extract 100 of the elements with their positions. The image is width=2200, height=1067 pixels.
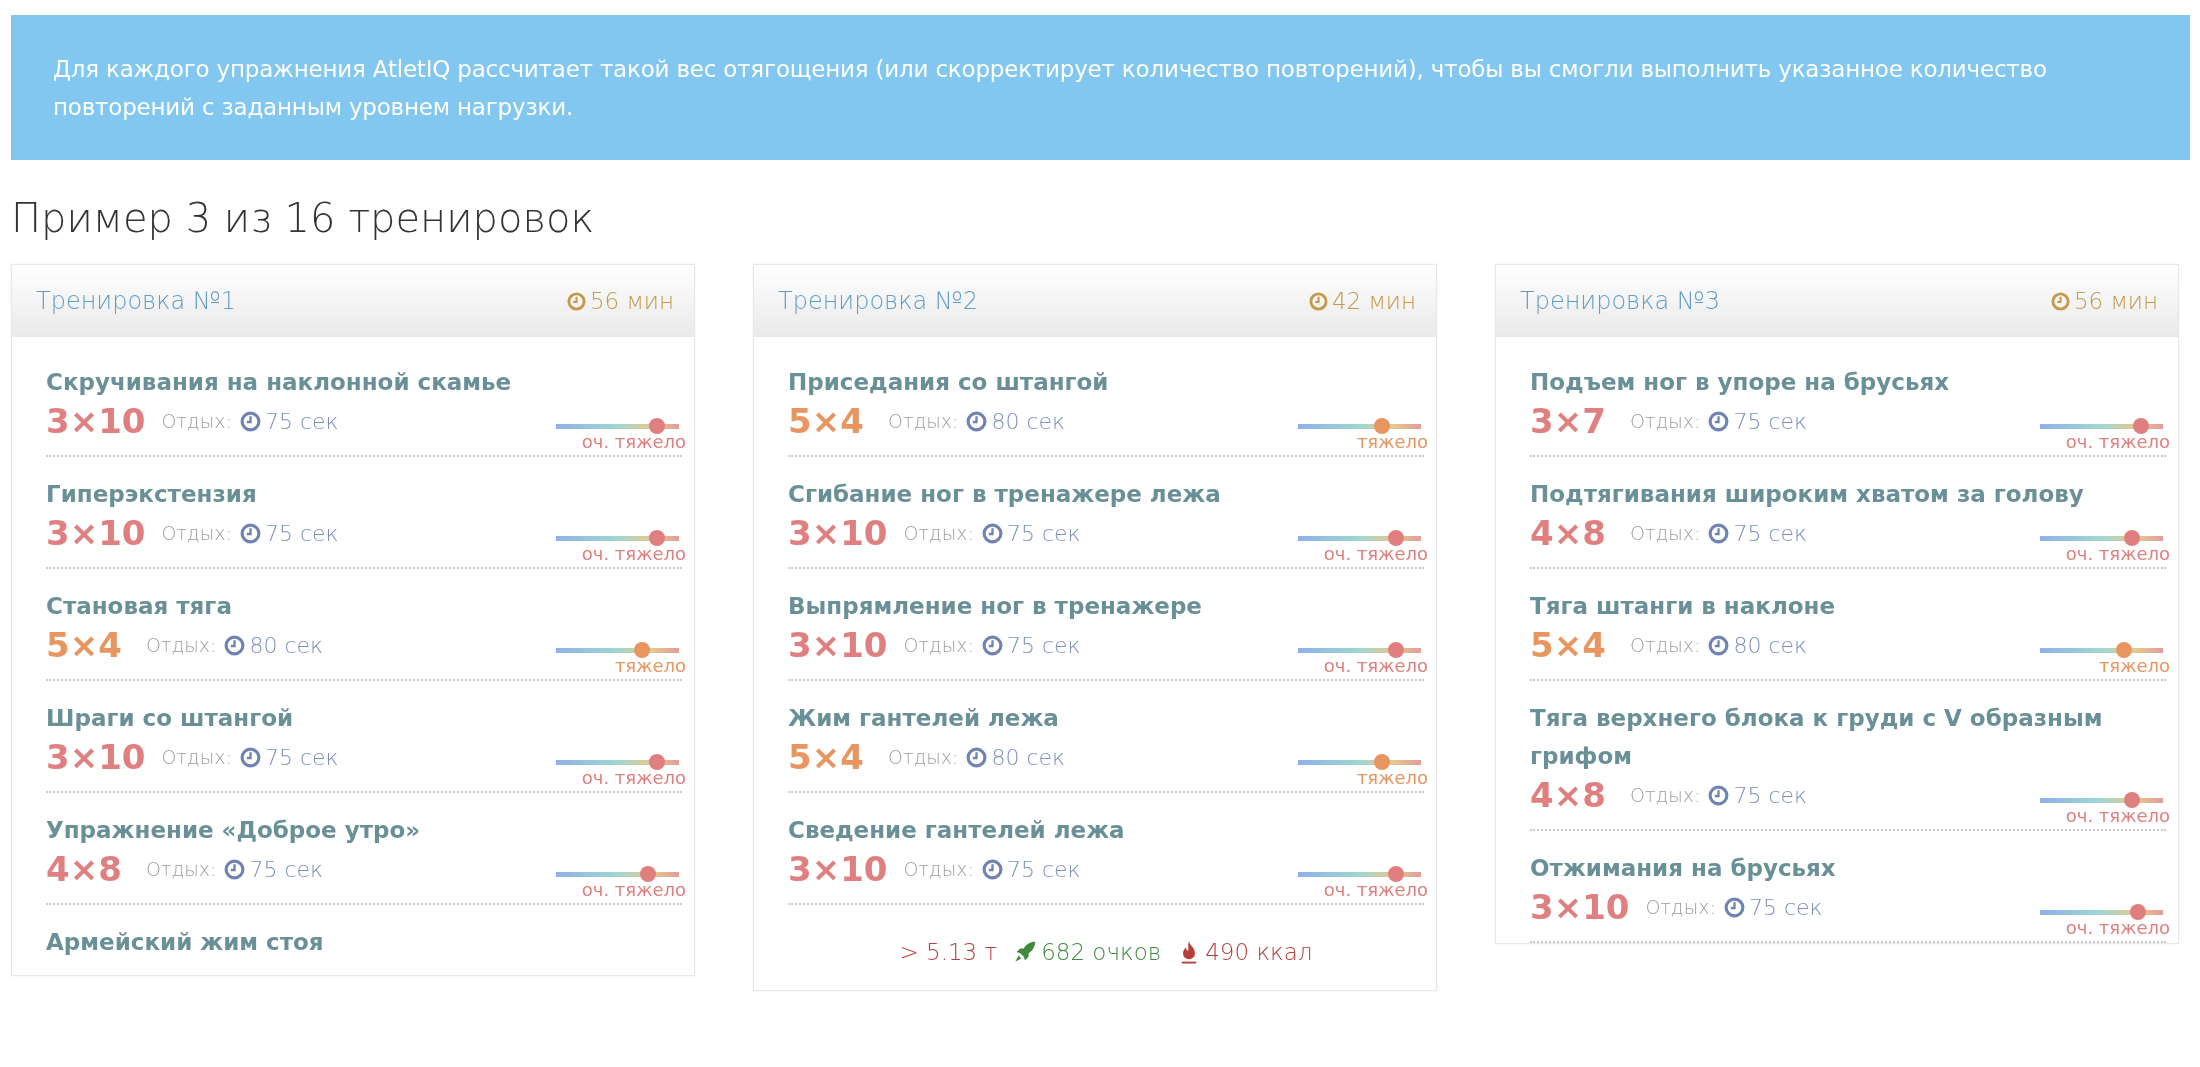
exercise-name: Подъем ног в упоре на брусьях: [1530, 368, 1951, 397]
rest-label: Отдых:: [146, 632, 217, 658]
page-heading: Пример 3 из 16 тренировок: [11, 194, 596, 242]
clock-icon: [1308, 291, 1328, 311]
rest-time: 80 сек: [249, 631, 324, 660]
rest-time: 75 сек: [264, 743, 339, 772]
rest-time: 80 сек: [991, 743, 1066, 772]
clock-icon: [966, 410, 988, 432]
intensity-label: оч. тяжело: [580, 767, 686, 789]
sets-reps: 3×10: [46, 401, 146, 441]
intensity-label: оч. тяжело: [2064, 805, 2170, 827]
intensity-label: тяжело: [1355, 767, 1428, 789]
clock-icon: [981, 858, 1003, 880]
rest-time: 75 сек: [249, 855, 324, 884]
workout-duration: 56 мин: [2073, 286, 2158, 316]
rest-time: 75 сек: [1006, 855, 1081, 884]
sets-reps: 5×4: [46, 625, 123, 665]
rest-label: Отдых:: [1630, 408, 1701, 434]
intensity-label: оч. тяжело: [580, 879, 686, 901]
exercise-name: Шраги со штангой: [46, 704, 295, 733]
exercise-name: Сгибание ног в тренажере лежа: [788, 480, 1222, 509]
rest-label: Отдых:: [888, 744, 959, 770]
sets-reps: 5×4: [788, 401, 865, 441]
clock-icon: [1723, 896, 1745, 918]
clock-icon: [2050, 291, 2070, 311]
rest-time: 75 сек: [1733, 781, 1808, 810]
intensity-label: оч. тяжело: [1322, 879, 1428, 901]
workout-title[interactable]: Тренировка №2: [778, 283, 978, 319]
clock-icon: [239, 522, 261, 544]
sets-reps: 3×10: [788, 625, 888, 665]
rest-time: 80 сек: [1733, 631, 1808, 660]
exercise-name: Становая тяга: [46, 592, 233, 621]
calories-total: 490 ккал: [1205, 938, 1313, 967]
exercise-name: Выпрямление ног в тренажере: [788, 592, 1203, 621]
rest-label: Отдых:: [903, 856, 974, 882]
sets-reps: 3×7: [1530, 401, 1607, 441]
clock-icon: [224, 634, 246, 656]
rest-label: Отдых:: [161, 744, 232, 770]
intensity-label: оч. тяжело: [580, 431, 686, 453]
rest-label: Отдых:: [1645, 894, 1716, 920]
workout-title[interactable]: Тренировка №1: [36, 283, 236, 319]
rest-label: Отдых:: [1630, 520, 1701, 546]
sets-reps: 3×10: [1530, 887, 1630, 927]
sets-reps: 5×4: [788, 737, 865, 777]
rest-time: 75 сек: [264, 519, 339, 548]
rocket-icon: [1013, 940, 1038, 965]
clock-icon: [981, 522, 1003, 544]
sets-reps: 4×8: [46, 849, 123, 889]
exercise-name: Тяга верхнего блока к груди с V образным грифом: [1530, 704, 2104, 771]
workout-title[interactable]: Тренировка №3: [1520, 283, 1720, 319]
intensity-label: оч. тяжело: [1322, 655, 1428, 677]
clock-icon: [239, 410, 261, 432]
total-weight: > 5.13 т: [899, 938, 998, 967]
exercise-name: Отжимания на брусьях: [1530, 854, 1837, 883]
rest-label: Отдых:: [161, 520, 232, 546]
intensity-label: оч. тяжело: [1322, 543, 1428, 565]
rest-label: Отдых:: [146, 856, 217, 882]
sets-reps: 4×8: [1530, 775, 1607, 815]
sets-reps: 4×8: [1530, 513, 1607, 553]
clock-icon: [224, 858, 246, 880]
rest-label: Отдых:: [903, 520, 974, 546]
sets-reps: 5×4: [1530, 625, 1607, 665]
exercise-name: Сведение гантелей лежа: [788, 816, 1126, 845]
workout-duration: 42 мин: [1331, 286, 1416, 316]
rest-time: 80 сек: [991, 407, 1066, 436]
intensity-label: оч. тяжело: [580, 543, 686, 565]
clock-icon: [239, 746, 261, 768]
intensity-label: тяжело: [613, 655, 686, 677]
intensity-label: тяжело: [1355, 431, 1428, 453]
rest-label: Отдых:: [1630, 632, 1701, 658]
clock-icon: [1708, 410, 1730, 432]
clock-icon: [1708, 634, 1730, 656]
clock-icon: [566, 291, 586, 311]
rest-time: 75 сек: [1006, 631, 1081, 660]
exercise-name: Приседания со штангой: [788, 368, 1110, 397]
exercise-name: Упражнение «Доброе утро»: [46, 816, 422, 845]
workout-duration: 56 мин: [589, 286, 674, 316]
rest-time: 75 сек: [1733, 407, 1808, 436]
rest-label: Отдых:: [888, 408, 959, 434]
rest-time: 75 сек: [1748, 893, 1823, 922]
info-banner: Для каждого упражнения AtletIQ рассчитает такой вес отягощения (или скорректирует количество повторений), чтобы вы смогли выполнить указанное количество повторений с заданным уровнем нагрузки.: [11, 15, 2190, 160]
rest-label: Отдых:: [161, 408, 232, 434]
exercise-name: Тяга штанги в наклоне: [1530, 592, 1837, 621]
exercise-name: Подтягивания широким хватом за голову: [1530, 480, 2085, 509]
rest-label: Отдых:: [903, 632, 974, 658]
intensity-label: оч. тяжело: [2064, 917, 2170, 939]
clock-icon: [1708, 784, 1730, 806]
intensity-label: оч. тяжело: [2064, 543, 2170, 565]
exercise-name: Жим гантелей лежа: [788, 704, 1060, 733]
sets-reps: 3×10: [788, 849, 888, 889]
clock-icon: [966, 746, 988, 768]
rest-label: Отдых:: [1630, 782, 1701, 808]
clock-icon: [981, 634, 1003, 656]
exercise-name: Армейский жим стоя: [46, 928, 325, 957]
rest-time: 75 сек: [1006, 519, 1081, 548]
rest-time: 75 сек: [264, 407, 339, 436]
sets-reps: 3×10: [46, 737, 146, 777]
sets-reps: 3×10: [788, 513, 888, 553]
intensity-label: оч. тяжело: [2064, 431, 2170, 453]
clock-icon: [1708, 522, 1730, 544]
